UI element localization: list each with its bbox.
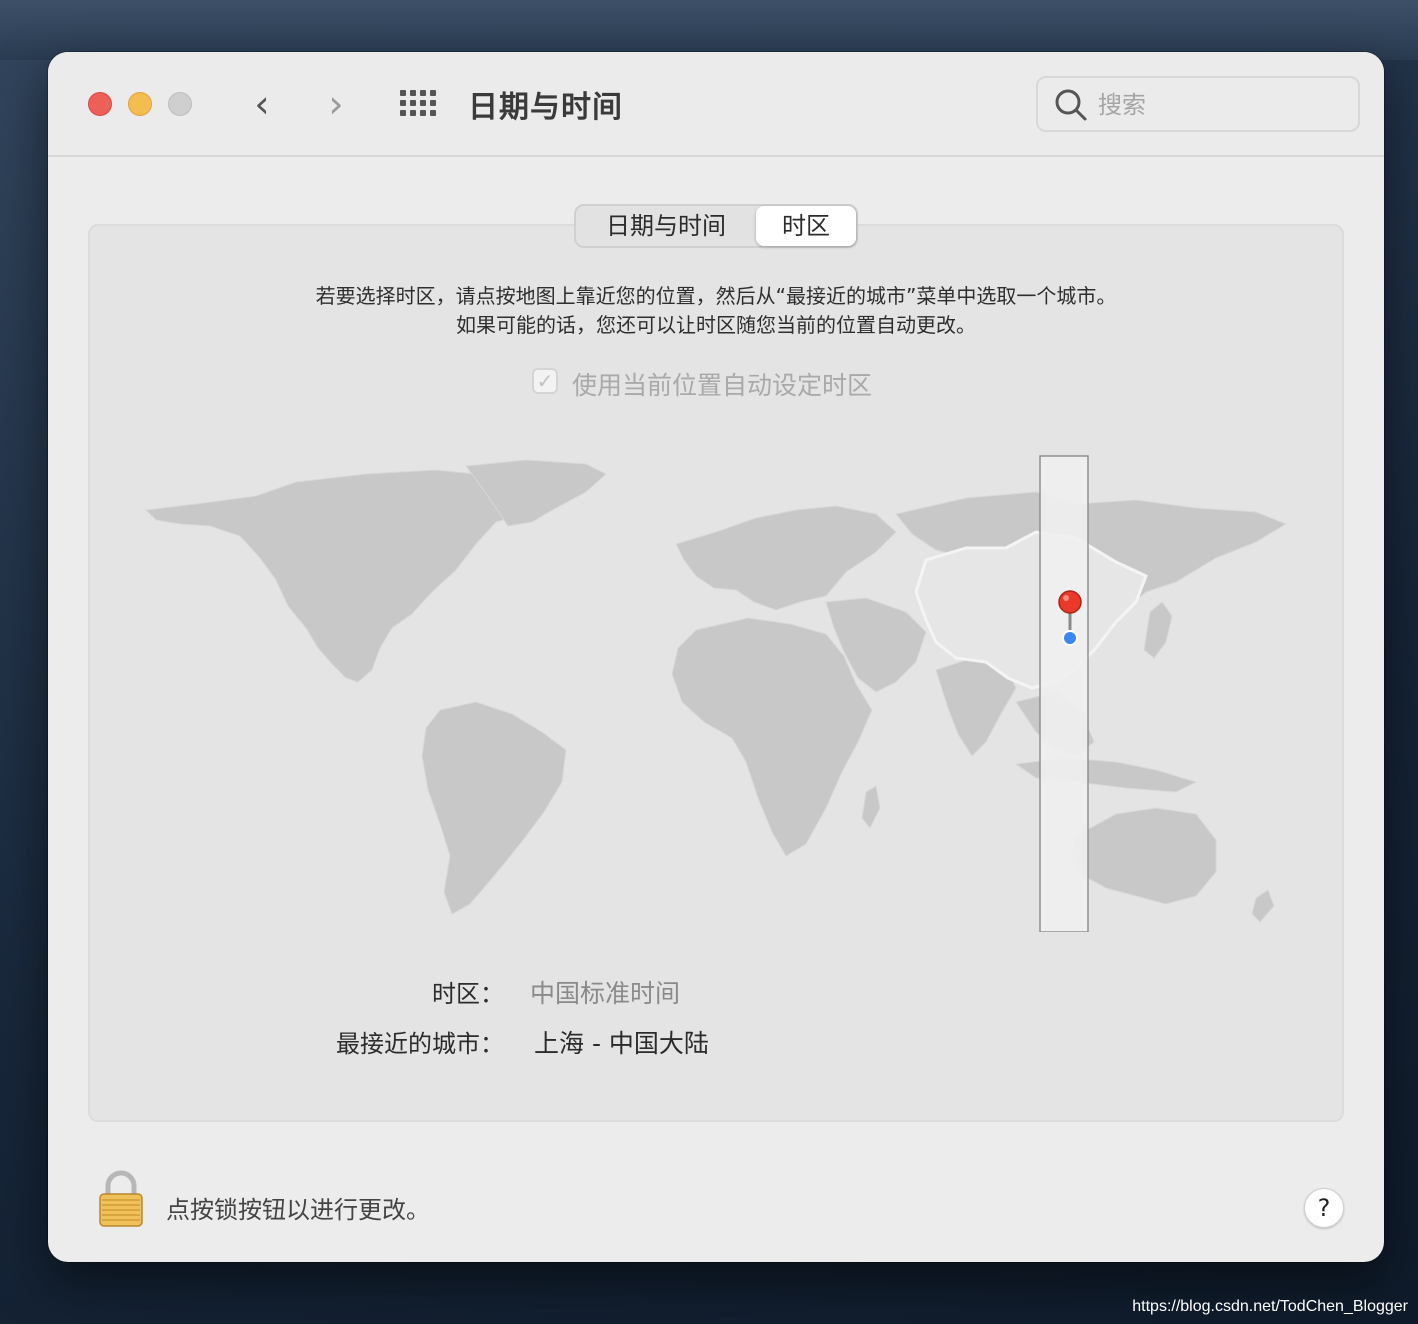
chevron-left-icon: ‹ [254,82,270,126]
close-button[interactable] [88,92,112,116]
closest-city-label: 最接近的城市： [336,1030,504,1058]
chevron-right-icon: › [328,82,344,126]
forward-button[interactable]: › [318,82,354,126]
search-field[interactable] [1036,76,1360,132]
world-map[interactable] [136,452,1296,932]
map-south-america [421,701,567,915]
toolbar: ‹ › 日期与时间 [48,52,1384,157]
map-madagascar [861,785,881,829]
tab-time-zone[interactable]: 时区 [756,206,856,246]
timezone-label: 时区： [432,980,504,1008]
instruction-text-line-1: 若要选择时区，请点按地图上靠近您的位置，然后从“最接近的城市”菜单中选取一个城市… [315,284,1117,308]
map-new-zealand [1251,889,1275,923]
timezone-band [1039,455,1089,932]
window-title: 日期与时间 [468,90,623,125]
auto-timezone-checkbox[interactable]: ✓ [532,368,558,394]
help-icon: ? [1317,1194,1331,1222]
zoom-button[interactable] [168,92,192,116]
search-input[interactable] [1098,88,1338,122]
desktop-background [0,0,1418,60]
location-dot-icon [1062,630,1078,646]
help-button[interactable]: ? [1304,1188,1344,1228]
lock-icon[interactable] [98,1170,144,1228]
minimize-button[interactable] [128,92,152,116]
map-japan [1143,601,1173,659]
map-australia [1071,807,1217,905]
instruction-text-line-2: 如果可能的话，您还可以让时区随您当前的位置自动更改。 [456,313,976,337]
map-europe [675,505,897,611]
watermark-text: https://blog.csdn.net/TodChen_Blogger [1132,1298,1408,1315]
lock-hint-text: 点按锁按钮以进行更改。 [166,1196,430,1224]
back-button[interactable]: ‹ [244,82,280,126]
tab-bar: 日期与时间 时区 [574,204,858,248]
tab-date-time[interactable]: 日期与时间 [576,206,756,246]
checkmark-icon: ✓ [536,369,554,393]
timezone-value: 中国标准时间 [530,979,681,1008]
map-africa [671,617,873,857]
auto-timezone-label: 使用当前位置自动设定时区 [572,371,873,400]
search-icon [1055,89,1087,121]
preferences-window: ‹ › 日期与时间 日期与时间 时区 若要选择时区，请点按地图上靠近您的位置，然… [48,52,1384,1262]
closest-city-popup[interactable]: 上海 - 中国大陆 [534,1024,709,1060]
show-all-button[interactable] [400,90,438,118]
